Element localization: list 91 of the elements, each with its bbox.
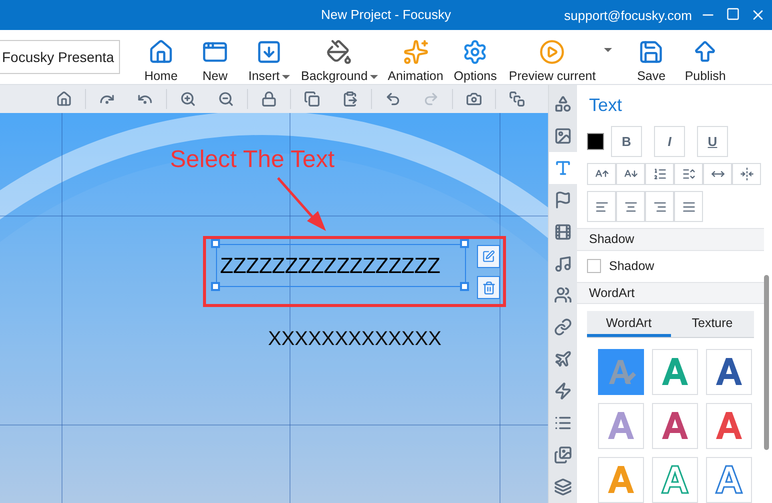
pointer-arrow bbox=[277, 177, 326, 231]
toolbar-button[interactable]: Preview current bbox=[502, 31, 602, 83]
toolbar-button[interactable]: Publish bbox=[678, 31, 732, 83]
italic-button[interactable]: I bbox=[654, 126, 685, 158]
home-icon bbox=[148, 39, 174, 65]
toolbar-button[interactable]: Save bbox=[624, 31, 678, 83]
numbered-button[interactable] bbox=[645, 163, 674, 186]
selected-text-box[interactable]: ZZZZZZZZZZZZZZZZZ bbox=[216, 244, 466, 287]
section-header: Shadow bbox=[577, 228, 764, 250]
people-icon bbox=[554, 286, 572, 304]
text-tab[interactable] bbox=[549, 152, 577, 184]
spacing-icon bbox=[682, 167, 696, 182]
link-icon bbox=[554, 318, 572, 336]
shrink-button[interactable] bbox=[616, 163, 645, 186]
window-title: New Project - Focusky bbox=[320, 7, 452, 22]
text-icon bbox=[554, 158, 572, 177]
align-left-button[interactable] bbox=[587, 191, 616, 222]
selected-text: ZZZZZZZZZZZZZZZZZ bbox=[220, 252, 440, 278]
wordart-style-tile[interactable] bbox=[598, 349, 644, 395]
video-icon bbox=[554, 222, 572, 241]
frames-icon bbox=[509, 91, 525, 107]
condense-icon bbox=[740, 167, 754, 182]
plane-icon bbox=[554, 350, 572, 368]
options-icon bbox=[462, 39, 488, 65]
insert-icon bbox=[256, 39, 282, 65]
home-icon bbox=[56, 91, 72, 107]
maximize-icon[interactable] bbox=[726, 7, 740, 21]
animation-icon bbox=[402, 39, 429, 65]
numbered-icon bbox=[652, 167, 666, 182]
align-right-icon bbox=[652, 200, 666, 214]
zoom-out-icon bbox=[218, 91, 234, 107]
align-justify-button[interactable] bbox=[674, 191, 703, 222]
toolbar-button[interactable]: New bbox=[188, 31, 242, 83]
grow-button[interactable] bbox=[587, 163, 616, 186]
pencil-icon bbox=[482, 250, 495, 263]
image-icon bbox=[554, 126, 572, 145]
align-left-icon bbox=[594, 200, 608, 214]
flag-icon bbox=[554, 190, 572, 209]
canvas-text: XXXXXXXXXXXXX bbox=[268, 328, 442, 351]
background-icon bbox=[326, 39, 352, 65]
spacing-button[interactable] bbox=[674, 163, 703, 186]
scrollbar-thumb[interactable] bbox=[764, 275, 769, 450]
align-center-icon bbox=[624, 200, 638, 214]
preview-icon bbox=[539, 39, 566, 65]
edit-text-button[interactable] bbox=[477, 245, 500, 268]
camera-icon bbox=[466, 91, 482, 107]
resize-handle[interactable] bbox=[460, 239, 469, 248]
resize-handle[interactable] bbox=[211, 239, 220, 248]
toolbar-button[interactable]: Animation bbox=[382, 31, 448, 83]
toolbar-button[interactable]: Home bbox=[134, 31, 188, 83]
redo-icon bbox=[423, 91, 439, 107]
toolbar-button[interactable]: Background bbox=[296, 31, 383, 83]
letter-a-icon bbox=[659, 463, 691, 497]
toolbar-button[interactable]: Options bbox=[448, 31, 502, 83]
flash-icon bbox=[554, 382, 572, 400]
zoom-in-icon bbox=[180, 91, 196, 107]
panel-title: Text bbox=[588, 95, 624, 117]
caret-icon bbox=[282, 74, 290, 79]
expand-button[interactable] bbox=[703, 163, 732, 186]
align-justify-icon bbox=[682, 200, 696, 214]
underline-button[interactable]: U bbox=[697, 126, 728, 158]
shape-icon bbox=[554, 94, 572, 113]
wordart-tab[interactable]: Texture bbox=[670, 311, 754, 337]
font-color-picker[interactable] bbox=[587, 133, 604, 150]
paste-icon bbox=[342, 91, 358, 107]
project-name-field[interactable]: Focusky Presenta bbox=[0, 40, 120, 74]
gallery-icon bbox=[554, 446, 572, 464]
bold-button[interactable]: B bbox=[611, 126, 642, 158]
wordart-tab[interactable]: WordArt bbox=[587, 311, 670, 337]
checkbox-label: Shadow bbox=[609, 259, 654, 274]
undo-icon bbox=[385, 91, 401, 107]
music-icon bbox=[554, 254, 572, 273]
trash-icon bbox=[482, 280, 496, 294]
resize-handle[interactable] bbox=[211, 282, 220, 291]
save-icon bbox=[638, 39, 664, 65]
delete-button[interactable] bbox=[477, 276, 500, 299]
toolbar-button[interactable]: Insert bbox=[242, 31, 296, 83]
caret-icon bbox=[370, 74, 378, 79]
shadow-checkbox[interactable] bbox=[587, 259, 601, 274]
resize-handle[interactable] bbox=[460, 282, 469, 291]
condense-button[interactable] bbox=[732, 163, 761, 186]
lock-icon bbox=[261, 91, 277, 107]
support-email[interactable]: support@focusky.com bbox=[564, 8, 692, 22]
caret-icon[interactable] bbox=[604, 48, 612, 52]
copy-icon bbox=[304, 91, 320, 107]
layers-icon bbox=[554, 478, 572, 496]
section-header: WordArt bbox=[577, 282, 764, 304]
align-center-button[interactable] bbox=[616, 191, 645, 222]
align-right-button[interactable] bbox=[645, 191, 674, 222]
annotation-text: Select The Text bbox=[170, 146, 335, 174]
letter-a-icon bbox=[713, 463, 745, 497]
